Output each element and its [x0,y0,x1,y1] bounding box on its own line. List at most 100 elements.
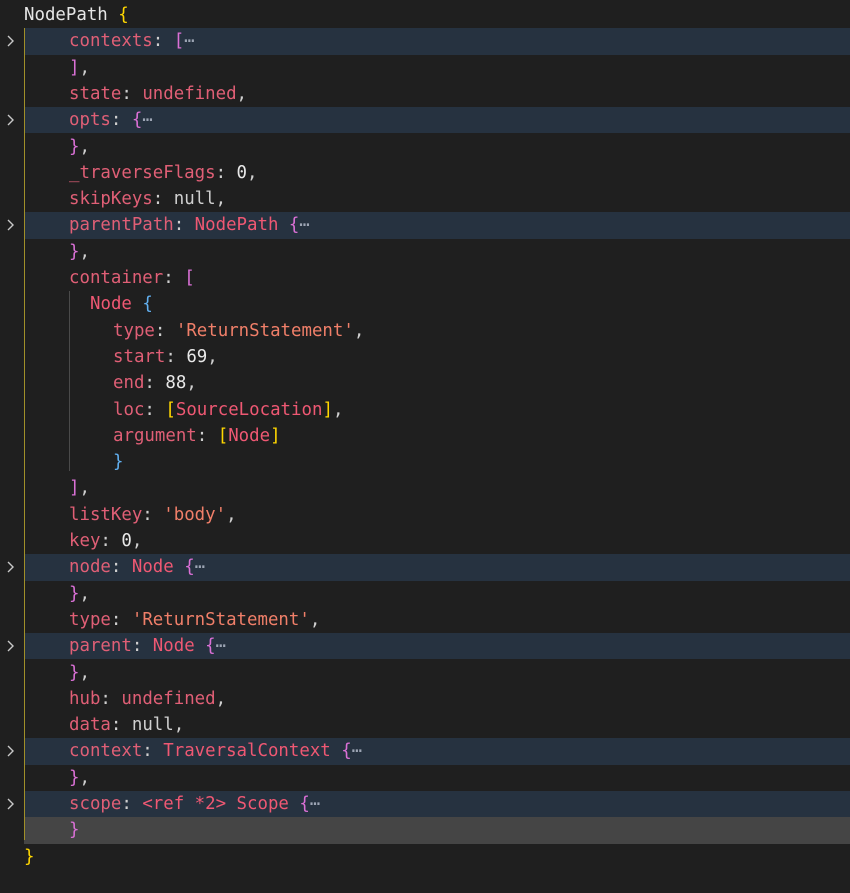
punctuation: : [110,110,132,131]
code-line[interactable]: }, [0,239,850,265]
fold-ellipsis-icon[interactable]: ⋯ [299,215,310,235]
code-line[interactable]: container: [ [0,265,850,291]
code-line[interactable]: loc: [SourceLocation], [0,397,850,423]
comma: , [353,320,365,341]
close-brace: } [24,846,35,867]
code-line[interactable]: ], [0,475,850,501]
close-bracket: } [69,820,80,841]
code-text: type: 'ReturnStatement', [69,607,320,633]
code-text: }, [69,581,90,607]
chevron-right-icon[interactable] [3,633,19,659]
code-line[interactable]: NodePath { [0,2,850,28]
code-line[interactable]: }, [0,660,850,686]
punctuation: : [152,189,174,210]
code-line[interactable]: }, [0,134,850,160]
code-text: type: 'ReturnStatement', [113,318,364,344]
punctuation: : [165,346,187,367]
punctuation: : [142,504,164,525]
punctuation: : [144,373,166,394]
code-line[interactable]: start: 69, [0,344,850,370]
code-line[interactable]: state: undefined, [0,81,850,107]
chevron-right-icon[interactable] [3,791,19,817]
code-line[interactable]: contexts: [⋯ [0,28,850,55]
property-value: undefined [121,688,216,709]
fold-ellipsis-icon[interactable]: ⋯ [352,741,363,761]
chevron-right-icon[interactable] [3,738,19,764]
code-text: Node { [90,291,153,317]
property-key: contexts [69,31,153,52]
close-bracket: ], [69,478,90,499]
code-line[interactable]: }, [0,765,850,791]
code-text: parentPath: NodePath {⋯ [69,212,310,238]
property-value: null [173,189,216,210]
fold-ellipsis-icon[interactable]: ⋯ [142,110,153,130]
comma: , [236,83,248,104]
property-key: parent [69,636,132,657]
comma: , [207,346,218,367]
comma: , [226,504,237,525]
comma: , [186,373,197,394]
code-line[interactable]: }, [0,581,850,607]
code-line[interactable]: context: TraversalContext {⋯ [0,738,850,765]
fold-ellipsis-icon[interactable]: ⋯ [310,794,321,814]
comma: , [215,189,227,210]
class-name: NodePath [194,215,279,236]
code-line[interactable]: Node { [0,291,850,317]
chevron-right-icon[interactable] [3,554,19,580]
code-line[interactable]: parentPath: NodePath {⋯ [0,212,850,239]
fold-ellipsis-icon[interactable]: ⋯ [216,636,227,656]
code-line[interactable]: } [0,844,850,870]
code-line[interactable]: end: 88, [0,370,850,396]
chevron-right-icon[interactable] [3,212,19,238]
code-text: scope: <ref *2> Scope {⋯ [69,791,321,817]
close-bracket: }, [69,136,90,157]
code-text: state: undefined, [69,81,247,107]
chevron-right-icon[interactable] [3,28,19,54]
code-text: contexts: [⋯ [69,28,195,54]
punctuation [132,294,142,314]
punctuation [174,557,184,577]
property-value: null [131,715,174,736]
code-line[interactable]: type: 'ReturnStatement', [0,318,850,344]
code-line[interactable]: node: Node {⋯ [0,554,850,581]
code-line[interactable]: skipKeys: null, [0,186,850,212]
fold-ellipsis-icon[interactable]: ⋯ [184,31,195,51]
indent-guide [24,28,25,840]
punctuation [278,215,288,235]
code-text: data: null, [69,712,184,738]
comma: , [131,531,143,551]
chevron-right-icon[interactable] [3,107,19,133]
open-brace: { [142,294,153,315]
code-line[interactable]: argument: [Node] [0,423,850,449]
code-text: }, [69,660,90,686]
property-key: data [69,715,111,736]
punctuation: : [142,741,164,762]
code-line[interactable]: hub: undefined, [0,686,850,712]
punctuation: : [144,399,166,420]
code-line[interactable]: opts: {⋯ [0,107,850,134]
code-text: }, [69,134,90,160]
code-line[interactable]: key: 0, [0,528,850,554]
code-line[interactable]: type: 'ReturnStatement', [0,607,850,633]
property-key: opts [69,110,111,131]
code-line[interactable]: } [0,817,850,844]
code-text: } [69,817,79,843]
code-line[interactable]: ], [0,55,850,81]
code-line[interactable]: listKey: 'body', [0,502,850,528]
code-editor[interactable]: NodePath {contexts: [⋯], state: undefined… [0,0,850,893]
property-key: listKey [69,504,143,525]
code-line[interactable]: parent: Node {⋯ [0,633,850,660]
fold-ellipsis-icon[interactable]: ⋯ [195,557,206,577]
open-bracket: { [184,557,195,578]
code-text: end: 88, [113,370,197,396]
code-line[interactable]: _traverseFlags: 0, [0,160,850,186]
code-line[interactable]: data: null, [0,712,850,738]
punctuation: : [196,425,218,446]
code-line[interactable]: } [0,449,850,475]
code-line[interactable]: scope: <ref *2> Scope {⋯ [0,791,850,818]
code-text: _traverseFlags: 0, [69,160,258,186]
punctuation: : [110,557,132,578]
close-bracket: }, [69,662,90,683]
punctuation: : [131,636,153,657]
punctuation: : [100,688,122,709]
